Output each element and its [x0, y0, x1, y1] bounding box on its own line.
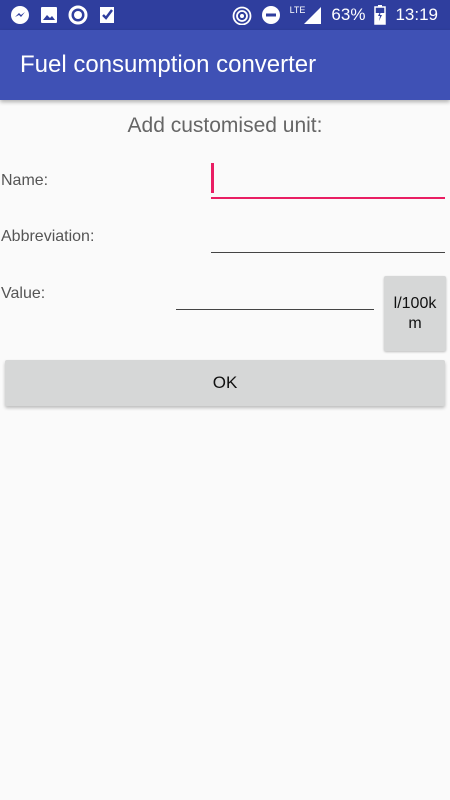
messenger-icon: [11, 6, 29, 24]
hotspot-icon: [232, 6, 251, 25]
abbreviation-label: Abbreviation:: [1, 228, 95, 245]
value-input[interactable]: [176, 281, 374, 310]
system-icons: LTE 63% 13:19: [232, 5, 438, 25]
signal-icon: [304, 7, 322, 24]
status-bar: LTE 63% 13:19: [0, 0, 450, 30]
ok-button-label: OK: [212, 373, 238, 392]
circle-icon: [68, 5, 88, 25]
value-label: Value:: [1, 285, 46, 302]
unit-select-button[interactable]: l/100km: [384, 276, 446, 351]
abbreviation-input[interactable]: [211, 224, 445, 253]
app-bar: Fuel consumption converter: [0, 30, 450, 100]
notification-icons: [10, 5, 117, 25]
name-label: Name:: [1, 172, 49, 189]
clock: 13:19: [395, 5, 438, 24]
check-icon: [100, 7, 114, 23]
battery-icon: [374, 5, 387, 25]
unit-button-label: l/100km: [393, 294, 437, 332]
name-input[interactable]: [211, 169, 445, 199]
do-not-disturb-icon: [261, 6, 280, 24]
battery-percent: 63%: [331, 5, 366, 24]
text-cursor: [211, 163, 214, 193]
form-heading: Add customised unit:: [127, 114, 323, 137]
app-title: Fuel consumption converter: [20, 51, 317, 78]
ok-button[interactable]: OK: [5, 360, 445, 406]
image-icon: [41, 7, 57, 23]
add-unit-form: Add customised unit: Name: Abbreviation:…: [0, 100, 450, 800]
